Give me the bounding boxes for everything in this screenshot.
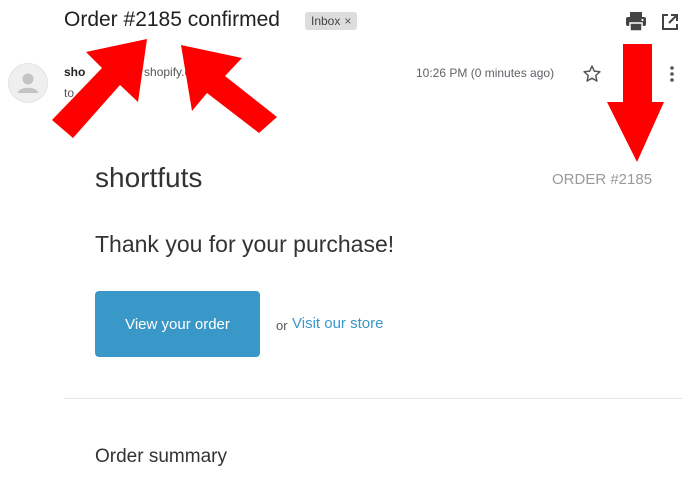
annotation-arrow-right	[607, 44, 664, 162]
